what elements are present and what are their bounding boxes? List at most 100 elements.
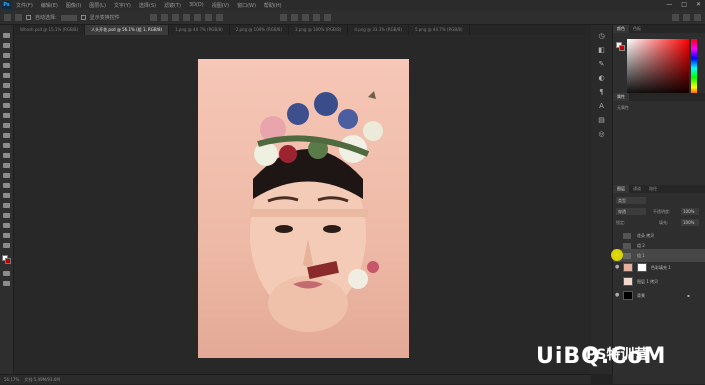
color-picker-field[interactable] [627, 39, 689, 97]
quick-select-tool[interactable] [3, 63, 10, 68]
more-tools-icon[interactable] [3, 243, 10, 248]
workspace-icon[interactable] [683, 14, 690, 21]
tab-document-3[interactable]: 1.png @ 44.7% (RGB/8) [169, 25, 230, 35]
layer-mask-thumbnail [637, 263, 647, 272]
glyphs-icon[interactable]: ▤ [597, 117, 606, 124]
tab-document-4[interactable]: 2.png @ 100% (RGB/8) [230, 25, 290, 35]
align-bottom-icon[interactable] [205, 14, 212, 21]
tab-channels[interactable]: 通道 [629, 185, 645, 193]
align-left-icon[interactable] [150, 14, 157, 21]
minimize-button[interactable]: — [666, 1, 672, 8]
dodge-tool[interactable] [3, 173, 10, 178]
shape-tool[interactable] [3, 213, 10, 218]
tab-color[interactable]: 颜色 [613, 25, 629, 33]
crop-tool[interactable] [3, 73, 10, 78]
pan-icon[interactable] [313, 14, 320, 21]
path-select-tool[interactable] [3, 203, 10, 208]
move-tool-icon[interactable] [15, 14, 22, 21]
eyedropper-tool[interactable] [3, 93, 10, 98]
quick-mask-icon[interactable] [3, 271, 10, 276]
background-swatch[interactable] [619, 45, 625, 51]
align-top-icon[interactable] [183, 14, 190, 21]
layer-name: 色彩填充 1 [651, 265, 671, 270]
pen-tool[interactable] [3, 183, 10, 188]
tab-swatches[interactable]: 色板 [629, 25, 645, 33]
zoom-tool[interactable] [3, 233, 10, 238]
menu-filter[interactable]: 滤镜(T) [164, 2, 181, 9]
distribute-icon[interactable] [216, 14, 223, 21]
marquee-tool[interactable] [3, 43, 10, 48]
tab-document-5[interactable]: 3.png @ 100% (RGB/8) [289, 25, 349, 35]
hand-tool[interactable] [3, 223, 10, 228]
slide-icon[interactable] [324, 14, 331, 21]
clone-stamp-tool[interactable] [3, 123, 10, 128]
menu-help[interactable]: 帮助(H) [264, 2, 282, 9]
lasso-tool[interactable] [3, 53, 10, 58]
opacity-input[interactable]: 100% [681, 208, 699, 215]
maximize-button[interactable]: □ [681, 1, 687, 8]
character-icon[interactable]: A [597, 103, 606, 110]
eraser-tool[interactable] [3, 143, 10, 148]
3d-mode-icon[interactable] [280, 14, 287, 21]
show-transform-checkbox[interactable] [80, 15, 86, 20]
history-icon[interactable]: ◷ [597, 33, 606, 40]
brush-settings-icon[interactable]: ✎ [597, 61, 606, 68]
canvas-area[interactable] [14, 35, 591, 374]
fill-input[interactable]: 100% [681, 219, 699, 226]
menu-3d[interactable]: 3D(D) [189, 2, 204, 9]
layer-row[interactable]: ● 色彩填充 1 [613, 261, 705, 274]
move-tool[interactable] [3, 33, 10, 38]
orbit-icon[interactable] [291, 14, 298, 21]
zoom-level[interactable]: 56.17% [4, 377, 19, 382]
artwork-image [250, 91, 383, 332]
tab-properties[interactable]: 属性 [613, 93, 629, 101]
layer-kind-filter[interactable]: 类型 [616, 197, 646, 204]
menu-image[interactable]: 图像(I) [66, 2, 81, 9]
healing-brush-tool[interactable] [3, 103, 10, 108]
menu-edit[interactable]: 编辑(E) [41, 2, 58, 9]
tab-document-6[interactable]: 4.png @ 33.3% (RGB/8) [348, 25, 409, 35]
roll-icon[interactable] [302, 14, 309, 21]
properties-icon[interactable]: ◧ [597, 47, 606, 54]
layer-row[interactable]: ● 背景 ▪ [613, 289, 705, 302]
auto-select-dropdown[interactable] [60, 14, 77, 21]
blend-mode-select[interactable]: 穿透 [616, 208, 646, 215]
paragraph-icon[interactable]: ¶ [597, 89, 606, 96]
frame-tool[interactable] [3, 83, 10, 88]
lock-label: 锁定: [616, 220, 626, 225]
tab-paths[interactable]: 路径 [645, 185, 661, 193]
hue-slider[interactable] [691, 39, 697, 97]
channels-icon[interactable]: ◎ [597, 131, 606, 138]
home-icon[interactable] [4, 14, 11, 21]
menu-file[interactable]: 文件(F) [16, 2, 33, 9]
history-brush-tool[interactable] [3, 133, 10, 138]
align-center-icon[interactable] [161, 14, 168, 21]
menu-window[interactable]: 窗口(W) [237, 2, 256, 9]
eye-icon[interactable]: ● [615, 289, 621, 302]
layer-row[interactable]: 图层 1 拷贝 [613, 275, 705, 288]
blur-tool[interactable] [3, 163, 10, 168]
auto-select-checkbox[interactable] [26, 15, 31, 20]
tab-document-2[interactable]: 人头开花.psd @ 56.1% (组 1, RGB/8) [85, 25, 170, 35]
share-icon[interactable] [694, 14, 701, 21]
tab-document-7[interactable]: 5.png @ 44.7% (RGB/8) [409, 25, 470, 35]
folder-icon [623, 253, 631, 259]
gradient-tool[interactable] [3, 153, 10, 158]
align-middle-icon[interactable] [194, 14, 201, 21]
align-right-icon[interactable] [172, 14, 179, 21]
close-button[interactable]: ✕ [696, 1, 701, 8]
menu-type[interactable]: 文字(Y) [114, 2, 131, 9]
eye-icon[interactable]: ● [615, 261, 621, 274]
menu-select[interactable]: 选择(S) [139, 2, 156, 9]
screen-mode-icon[interactable] [3, 281, 10, 286]
menu-view[interactable]: 视图(V) [212, 2, 229, 9]
tab-document-1[interactable]: Whosh.psd @ 15.1% (RGB/8) [14, 25, 86, 35]
type-tool[interactable] [3, 193, 10, 198]
tab-layers[interactable]: 图层 [613, 185, 629, 193]
adjustments-icon[interactable]: ◐ [597, 75, 606, 82]
menu-layer[interactable]: 图层(L) [89, 2, 106, 9]
document-canvas[interactable] [198, 59, 409, 358]
brush-tool[interactable] [3, 113, 10, 118]
search-icon[interactable] [672, 14, 679, 21]
background-color-swatch[interactable] [5, 258, 11, 264]
